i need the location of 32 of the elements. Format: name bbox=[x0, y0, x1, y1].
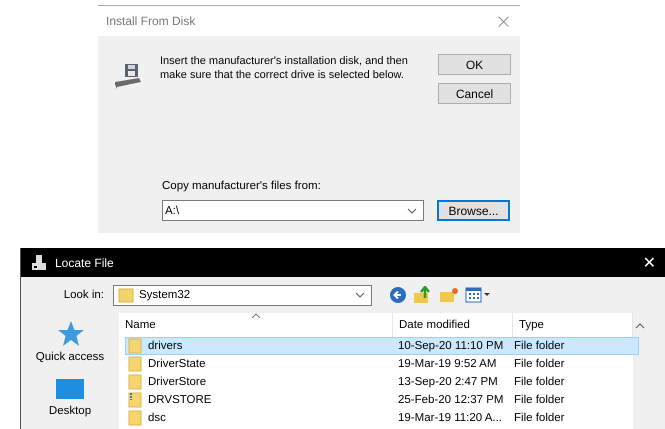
zip-folder-icon bbox=[128, 392, 142, 408]
file-row[interactable]: DriverStore 13-Sep-20 2:47 PM File folder bbox=[125, 373, 639, 391]
window-title: Install From Disk bbox=[106, 14, 196, 28]
new-folder-icon[interactable] bbox=[439, 286, 459, 304]
look-in-label: Look in: bbox=[62, 289, 105, 301]
back-icon[interactable] bbox=[389, 286, 407, 304]
place-item[interactable]: Quick access bbox=[36, 319, 104, 363]
dialog-button[interactable]: Cancel bbox=[438, 83, 511, 104]
browse-button[interactable]: Browse... bbox=[437, 200, 510, 221]
close-button[interactable]: × bbox=[491, 9, 516, 33]
path-combo-box[interactable]: A:\ bbox=[162, 200, 424, 221]
file-row[interactable]: drivers 10-Sep-20 11:10 PM File folder bbox=[125, 337, 639, 355]
sort-icon bbox=[251, 313, 261, 319]
disk-drive-icon bbox=[113, 62, 143, 90]
file-row[interactable]: DRVSTORE 25-Feb-20 12:37 PM File folder bbox=[125, 391, 639, 409]
drive-icon bbox=[31, 254, 47, 272]
close-button[interactable]: ✕ bbox=[638, 253, 660, 272]
folder-icon bbox=[128, 338, 142, 354]
copy-from-label: Copy manufacturer's files from: bbox=[162, 180, 322, 192]
scroll-up-icon[interactable] bbox=[635, 323, 645, 329]
folder-icon bbox=[128, 356, 142, 372]
view-menu-icon[interactable] bbox=[465, 287, 491, 303]
file-row[interactable]: dsc 19-Mar-19 11:20 A... File folder bbox=[125, 409, 639, 427]
look-in-combo-box[interactable]: System32 bbox=[113, 284, 372, 306]
file-row[interactable]: DriverState 19-Mar-19 9:52 AM File folder bbox=[125, 355, 639, 373]
instruction-text: Insert the manufacturer's installation disk, and then make sure that the correct drive is selected below. bbox=[160, 54, 409, 82]
window-title: Locate File bbox=[55, 256, 114, 270]
up-folder-icon[interactable] bbox=[413, 286, 433, 304]
dialog-button[interactable]: OK bbox=[438, 54, 511, 75]
folder-icon bbox=[128, 374, 142, 390]
place-item[interactable]: Desktop bbox=[48, 377, 92, 417]
folder-icon bbox=[128, 410, 142, 426]
